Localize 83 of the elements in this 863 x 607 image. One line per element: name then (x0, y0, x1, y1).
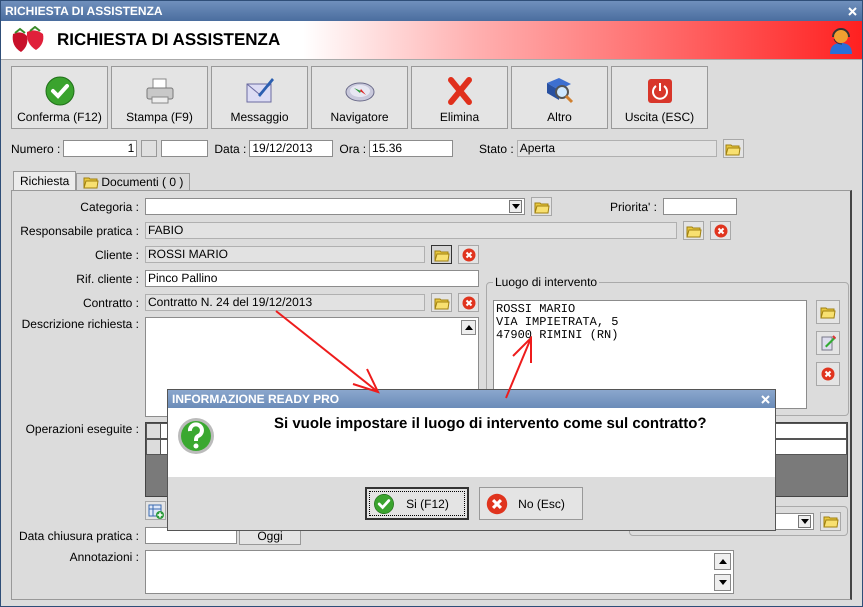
headset-person-icon (828, 26, 854, 54)
customer-reference-field[interactable]: Pinco Pallino (145, 270, 479, 287)
remove-icon (714, 224, 728, 238)
manager-field[interactable]: FABIO (145, 222, 677, 239)
toolbar-button[interactable]: Conferma (F12) (11, 66, 108, 129)
toolbar-button[interactable]: Elimina (411, 66, 508, 129)
remove-icon (462, 248, 476, 262)
folder-icon (434, 248, 450, 262)
field-label: Priorita' : (610, 200, 657, 214)
remove-button[interactable] (458, 245, 479, 264)
caret-down-icon (718, 580, 726, 585)
folder-icon (83, 175, 100, 189)
field-label: Descrizione richiesta : (20, 317, 139, 331)
field-label: Rif. cliente : (75, 272, 139, 286)
question-icon (176, 416, 216, 456)
dropdown-button[interactable] (509, 200, 522, 213)
priority-field[interactable] (662, 198, 737, 215)
form-title: RICHIESTA DI ASSISTENZA (57, 30, 280, 50)
toolbar-button[interactable]: Uscita (ESC) (611, 66, 708, 129)
dialog-message: Si vuole impostare il luogo di intervento come sul contratto? (274, 415, 707, 432)
tab[interactable]: Richiesta (13, 171, 76, 190)
arrow-up-icon (718, 559, 726, 564)
folder-icon (725, 142, 742, 156)
remove-button[interactable] (816, 362, 840, 386)
folder-icon (434, 296, 450, 310)
toolbar-button[interactable]: Stampa (F9) (111, 66, 208, 129)
number-field[interactable]: 1 (63, 140, 138, 157)
remove-icon (486, 492, 508, 514)
contract-field[interactable]: Contratto N. 24 del 19/12/2013 (145, 294, 425, 311)
add-row-button[interactable] (145, 501, 166, 520)
remove-icon (821, 367, 835, 381)
check-icon (372, 492, 394, 514)
tab[interactable]: Documenti ( 0 ) (76, 173, 190, 190)
scroll-up-button[interactable] (714, 553, 731, 570)
arrow-up-icon (464, 325, 472, 330)
remove-button[interactable] (710, 221, 731, 240)
table-plus-icon (148, 502, 164, 518)
field-label: Data : (214, 142, 246, 156)
remove-icon (462, 296, 476, 310)
number-suffix-field[interactable] (161, 140, 208, 157)
no-button[interactable]: No (Esc) (478, 487, 582, 520)
window-title: RICHIESTA DI ASSISTENZA (5, 4, 164, 18)
field-label: Responsabile pratica : (19, 224, 139, 238)
folder-icon (820, 305, 836, 319)
status-field[interactable]: Aperta (516, 140, 717, 157)
field-label: Contratto : (82, 296, 139, 310)
folder-icon (686, 224, 702, 238)
field-label: Cliente : (94, 248, 139, 262)
address-line: 47900 RIMINI (RN) (496, 329, 620, 342)
remove-button[interactable] (458, 293, 479, 312)
toolbar-button[interactable]: Navigatore (311, 66, 408, 129)
time-field[interactable]: 15.36 (369, 140, 454, 157)
close-button[interactable] (760, 394, 771, 404)
folder-icon (534, 200, 550, 214)
dropdown-button[interactable] (798, 514, 811, 528)
field-label: Numero : (11, 142, 60, 156)
field-label: Annotazioni : (68, 550, 139, 564)
close-icon (761, 394, 770, 404)
customer-field[interactable]: ROSSI MARIO (145, 246, 425, 263)
folder-icon (822, 514, 838, 528)
notepad-pen-icon (820, 335, 836, 351)
close-icon (848, 6, 857, 16)
toolbar-button[interactable]: Altro (511, 66, 608, 129)
date-field[interactable]: 19/12/2013 (249, 140, 334, 157)
edit-button[interactable] (816, 331, 840, 355)
field-label: Categoria : (79, 200, 139, 214)
field-label: Ora : (339, 142, 366, 156)
address-line: ROSSI MARIO (496, 303, 576, 316)
toolbar-button[interactable]: Messaggio (211, 66, 308, 129)
field-label: Operazioni eseguite : (24, 422, 139, 436)
close-button[interactable] (847, 6, 858, 16)
group-title: Luogo di intervento (493, 275, 600, 289)
field-label: Stato : (479, 142, 514, 156)
check-icon (44, 75, 76, 107)
dialog-title: INFORMAZIONE READY PRO (172, 392, 340, 406)
scroll-up-button[interactable] (461, 320, 476, 335)
folder-button[interactable] (431, 245, 452, 264)
scroll-down-button[interactable] (714, 574, 731, 591)
field-label: Data chiusura pratica : (18, 528, 139, 542)
caret-down-icon (800, 518, 808, 524)
yes-button[interactable]: Si (F12) (364, 487, 468, 520)
caret-down-icon (512, 204, 520, 209)
address-line: VIA IMPIETRATA, 5 (496, 316, 620, 329)
